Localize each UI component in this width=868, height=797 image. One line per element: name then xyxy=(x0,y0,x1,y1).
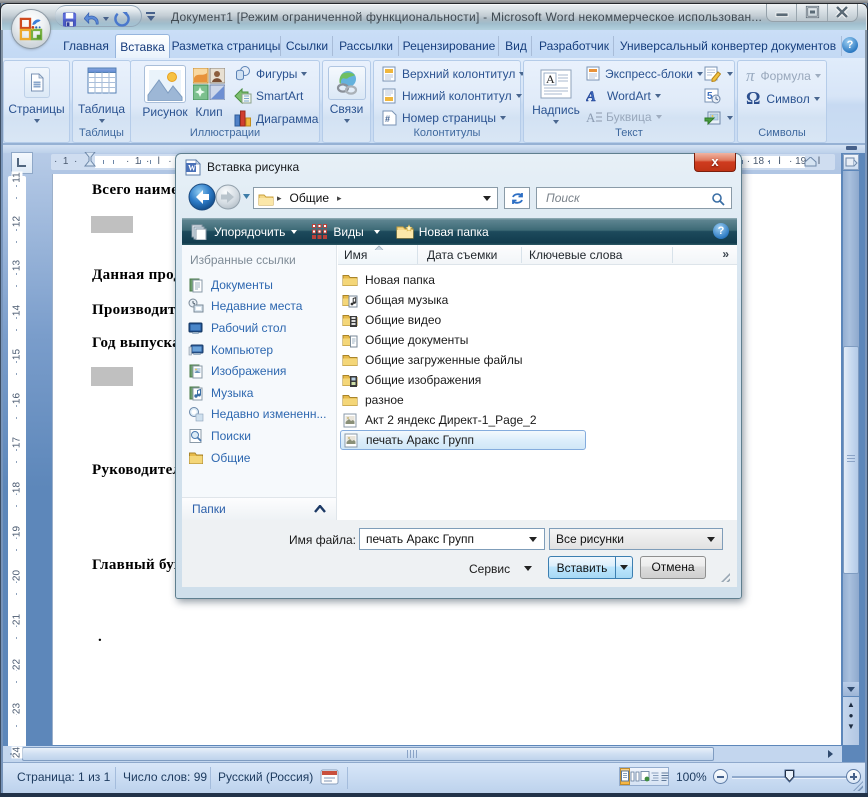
svg-text:A: A xyxy=(546,72,555,86)
svg-text:A: A xyxy=(586,89,596,103)
svg-text:A: A xyxy=(586,110,596,124)
svg-text:W: W xyxy=(188,164,196,173)
svg-text:#: # xyxy=(385,114,390,124)
